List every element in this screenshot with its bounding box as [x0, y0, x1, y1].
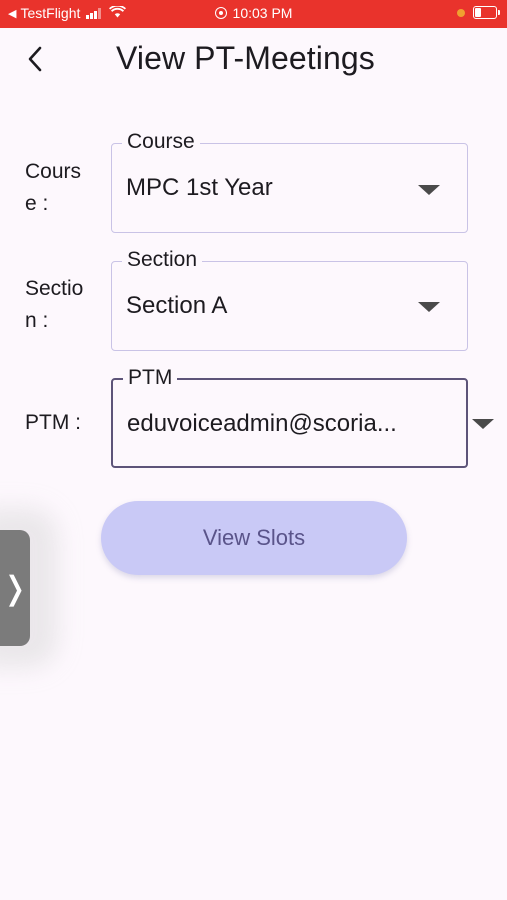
- course-dropdown-value: MPC 1st Year: [126, 174, 273, 201]
- ptm-dropdown[interactable]: PTM eduvoiceadmin@scoria...: [111, 366, 468, 468]
- ptm-dropdown-legend: PTM: [123, 366, 178, 390]
- course-dropdown-legend: Course: [122, 130, 200, 154]
- battery-icon: [473, 6, 500, 19]
- section-row-label: Sectio n :: [25, 273, 100, 337]
- side-drawer-handle[interactable]: ❭: [0, 530, 30, 646]
- chevron-right-icon: ❭: [1, 570, 29, 606]
- ptm-row-label: PTM :: [25, 411, 81, 434]
- course-dropdown[interactable]: Course MPC 1st Year: [111, 130, 468, 233]
- ptm-dropdown-value: eduvoiceadmin@scoria...: [127, 410, 397, 437]
- course-row-label: Cours e :: [25, 156, 100, 220]
- dropdown-arrow-icon: [418, 185, 440, 195]
- chevron-left-icon: [28, 46, 42, 72]
- mic-indicator-icon: [457, 8, 465, 17]
- section-row-label-line1: Sectio: [25, 277, 84, 300]
- course-row-label-line2: e :: [25, 192, 49, 215]
- section-dropdown[interactable]: Section Section A: [111, 248, 468, 351]
- page-title: View PT-Meetings: [116, 40, 375, 76]
- back-button[interactable]: [18, 42, 52, 76]
- status-time: 10:03 PM: [232, 5, 293, 21]
- view-slots-button[interactable]: View Slots: [101, 501, 407, 575]
- section-dropdown-value: Section A: [126, 292, 228, 319]
- screen-record-icon: [214, 7, 227, 19]
- ptm-dropdown-arrow-icon[interactable]: [472, 419, 494, 429]
- status-bar-center: 10:03 PM: [0, 5, 507, 21]
- status-bar-right: [457, 6, 500, 19]
- status-bar: ◀ TestFlight 10:03 PM: [0, 0, 507, 28]
- dropdown-arrow-icon: [418, 302, 440, 312]
- course-row-label-line1: Cours: [25, 160, 82, 183]
- section-dropdown-legend: Section: [122, 248, 203, 272]
- section-row-label-line2: n :: [25, 309, 49, 332]
